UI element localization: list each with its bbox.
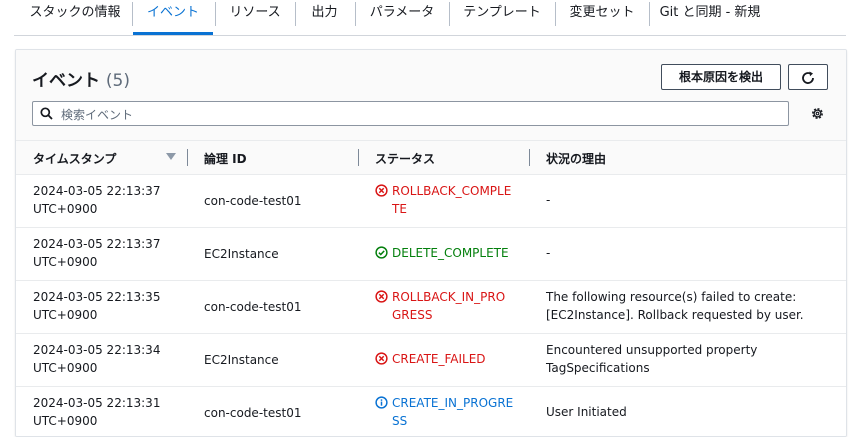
status-text: ROLLBACK_IN_PROGRESS [392, 290, 506, 322]
column-logical-id[interactable]: 論理 ID [204, 150, 247, 167]
table-row: 2024-03-05 22:13:34 UTC+0900 EC2Instance … [16, 334, 846, 387]
table-row: 2024-03-05 22:13:37 UTC+0900 con-code-tes… [16, 175, 846, 228]
status-text: CREATE_IN_PROGRESS [392, 396, 514, 428]
status-reason-cell: - [546, 193, 551, 207]
timestamp-zone: UTC+0900 [33, 255, 98, 269]
success-icon [375, 246, 388, 259]
timestamp-cell: 2024-03-05 22:13:35 UTC+0900 [33, 288, 173, 324]
timestamp-cell: 2024-03-05 22:13:34 UTC+0900 [33, 341, 173, 377]
column-status[interactable]: ステータス [375, 150, 435, 167]
tab-change-sets[interactable]: 変更セット [556, 0, 648, 34]
info-icon [375, 396, 388, 409]
status-text: ROLLBACK_COMPLETE [392, 184, 512, 216]
tab-outputs[interactable]: 出力 [296, 0, 353, 34]
timestamp-cell: 2024-03-05 22:13:37 UTC+0900 [33, 235, 173, 271]
tab-parameters[interactable]: パラメータ [356, 0, 448, 34]
sort-descending-icon[interactable] [166, 153, 176, 161]
refresh-icon [802, 71, 814, 84]
tab-bar-border [14, 35, 846, 36]
logical-id-cell: con-code-test01 [204, 406, 302, 420]
tab-git-sync[interactable]: Git と同期 - 新規 [650, 0, 770, 34]
error-icon [375, 290, 388, 303]
event-count: (5) [105, 71, 131, 91]
events-panel: イベント (5) 根本原因を検出 タイムスタンプ 論理 ID [15, 49, 847, 437]
status-text: CREATE_FAILED [392, 352, 486, 366]
timestamp-zone: UTC+0900 [33, 202, 98, 216]
error-icon [375, 352, 388, 365]
timestamp-zone: UTC+0900 [33, 308, 98, 322]
timestamp-date: 2024-03-05 22:13:34 [33, 343, 161, 357]
table-row: 2024-03-05 22:13:35 UTC+0900 con-code-tes… [16, 281, 846, 334]
table-row: 2024-03-05 22:13:37 UTC+0900 EC2Instance … [16, 228, 846, 281]
timestamp-date: 2024-03-05 22:13:35 [33, 290, 161, 304]
table-row: 2024-03-05 22:13:31 UTC+0900 con-code-tes… [16, 387, 846, 436]
refresh-button[interactable] [788, 64, 828, 90]
timestamp-zone: UTC+0900 [33, 414, 98, 428]
detect-root-cause-button[interactable]: 根本原因を検出 [661, 64, 781, 90]
panel-title: イベント (5) [32, 66, 130, 91]
logical-id-cell: EC2Instance [204, 247, 279, 261]
status-text: DELETE_COMPLETE [392, 246, 509, 260]
column-divider[interactable] [187, 149, 188, 166]
search-events-input[interactable] [59, 104, 763, 125]
gear-icon[interactable] [810, 106, 825, 121]
search-icon [40, 107, 53, 120]
panel-title-text: イベント [32, 71, 100, 91]
logical-id-cell: EC2Instance [204, 353, 279, 367]
panel-header: イベント (5) 根本原因を検出 [16, 50, 846, 141]
timestamp-cell: 2024-03-05 22:13:31 UTC+0900 [33, 394, 173, 430]
logical-id-cell: con-code-test01 [204, 300, 302, 314]
status-reason-cell: - [546, 246, 551, 260]
logical-id-cell: con-code-test01 [204, 194, 302, 208]
tab-events[interactable]: イベント [133, 0, 213, 34]
status-reason-cell: User Initiated [546, 405, 627, 419]
column-divider[interactable] [529, 149, 530, 166]
error-icon [375, 184, 388, 197]
tab-stack-info[interactable]: スタックの情報 [20, 0, 130, 34]
column-divider[interactable] [358, 149, 359, 166]
timestamp-cell: 2024-03-05 22:13:37 UTC+0900 [33, 182, 173, 218]
table-header: タイムスタンプ 論理 ID ステータス 状況の理由 [16, 141, 846, 175]
status-reason-cell: Encountered unsupported property TagSpec… [546, 343, 758, 375]
tab-resources[interactable]: リソース [216, 0, 294, 34]
tab-template[interactable]: テンプレート [450, 0, 554, 34]
column-timestamp[interactable]: タイムスタンプ [33, 150, 116, 167]
column-status-reason[interactable]: 状況の理由 [546, 150, 606, 167]
status-reason-cell: The following resource(s) failed to crea… [546, 290, 804, 322]
timestamp-date: 2024-03-05 22:13:37 [33, 237, 161, 251]
timestamp-date: 2024-03-05 22:13:37 [33, 184, 161, 198]
timestamp-date: 2024-03-05 22:13:31 [33, 396, 161, 410]
search-box [32, 101, 789, 126]
tab-bar: スタックの情報 イベント リソース 出力 パラメータ テンプレート 変更セット … [0, 0, 860, 36]
timestamp-zone: UTC+0900 [33, 361, 98, 375]
